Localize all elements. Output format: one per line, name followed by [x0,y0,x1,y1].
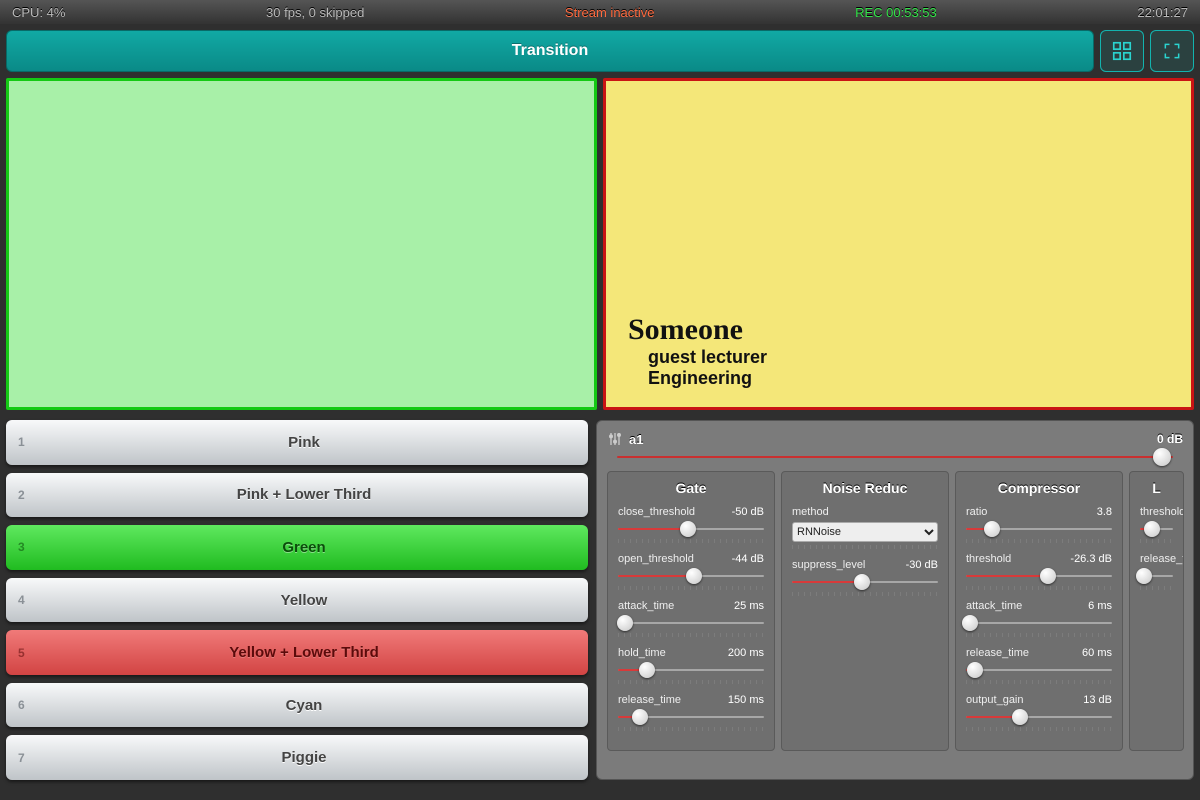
param-slider[interactable] [618,710,764,724]
transition-button[interactable]: Transition [6,30,1094,72]
scene-button[interactable]: 3Green [6,525,588,570]
param-value: 3.8 [1097,506,1112,518]
fx-title: L [1140,480,1173,496]
param-value: 150 ms [728,694,764,706]
scene-label: Cyan [32,697,576,714]
scene-button[interactable]: 4Yellow [6,578,588,623]
cpu-status: CPU: 4% [12,5,65,20]
param-value: 200 ms [728,647,764,659]
param-label: close_threshold [618,506,695,518]
fx-column-nr: Noise Reduc method RNNoise suppress_leve… [781,471,949,751]
status-bar: CPU: 4% 30 fps, 0 skipped Stream inactiv… [0,0,1200,24]
rec-status: REC 00:53:53 [855,5,937,20]
param-label: threshold [1140,506,1184,518]
param-label: release_time [618,694,681,706]
scene-list: 1Pink2Pink + Lower Third3Green4Yellow5Ye… [6,420,588,780]
fx-title: Gate [618,480,764,496]
scene-button[interactable]: 1Pink [6,420,588,465]
param-slider[interactable] [618,616,764,630]
param-value: 6 ms [1088,600,1112,612]
param-slider[interactable] [1140,522,1173,536]
scene-label: Piggie [32,749,576,766]
scene-label: Yellow + Lower Third [32,644,576,661]
scene-number: 1 [18,435,32,449]
scene-number: 3 [18,540,32,554]
scene-number: 6 [18,698,32,712]
param-slider[interactable] [966,663,1112,677]
scene-button[interactable]: 2Pink + Lower Third [6,473,588,518]
stream-status: Stream inactive [565,5,655,20]
scene-number: 2 [18,488,32,502]
param-label: release_time [966,647,1029,659]
param-label: hold_time [618,647,666,659]
fps-status: 30 fps, 0 skipped [266,5,364,20]
lower-third-name: Someone [628,313,767,347]
fullscreen-button[interactable] [1150,30,1194,72]
fx-column-comp: Compressor ratio 3.8 threshold -26.3 dB at… [955,471,1123,751]
param-slider[interactable] [792,575,938,589]
param-value: -26.3 dB [1070,553,1112,565]
scene-number: 7 [18,751,32,765]
param-slider[interactable] [966,569,1112,583]
param-slider[interactable] [618,522,764,536]
param-value: -50 dB [732,506,764,518]
fx-title: Compressor [966,480,1112,496]
scene-label: Pink + Lower Third [32,486,576,503]
scene-number: 4 [18,593,32,607]
param-slider[interactable] [618,569,764,583]
param-value: -44 dB [732,553,764,565]
scene-number: 5 [18,646,32,660]
audio-db: 0 dB [1157,432,1183,446]
param-label: attack_time [966,600,1022,612]
fx-title: Noise Reduc [792,480,938,496]
param-label: attack_time [618,600,674,612]
scene-label: Green [32,539,576,556]
param-slider[interactable] [966,522,1112,536]
param-value: -30 dB [906,559,938,571]
scene-label: Pink [32,434,576,451]
scene-button[interactable]: 6Cyan [6,683,588,728]
fx-column-gate: Gate close_threshold -50 dB open_threshol… [607,471,775,751]
clock: 22:01:27 [1137,5,1188,20]
param-label: release_tim [1140,553,1184,565]
param-label: suppress_level [792,559,865,571]
program-pane[interactable]: Someone guest lecturer Engineering [603,78,1194,410]
multiview-button[interactable] [1100,30,1144,72]
fullscreen-icon [1162,41,1182,61]
scene-label: Yellow [32,592,576,609]
volume-slider[interactable] [607,453,1183,461]
param-slider[interactable] [618,663,764,677]
lower-third-line1: guest lecturer [648,347,767,368]
param-label: ratio [966,506,987,518]
lower-third-line2: Engineering [648,368,767,389]
param-value: 60 ms [1082,647,1112,659]
param-label: method [792,506,829,518]
param-slider[interactable] [1140,569,1173,583]
param-slider[interactable] [966,710,1112,724]
param-value: 13 dB [1083,694,1112,706]
fx-column-lim: L threshold release_tim [1129,471,1184,751]
grid-icon [1111,40,1133,62]
scene-button[interactable]: 7Piggie [6,735,588,780]
preview-pane[interactable] [6,78,597,410]
param-value: 25 ms [734,600,764,612]
audio-channel-name: a1 [629,432,643,447]
scene-button[interactable]: 5Yellow + Lower Third [6,630,588,675]
audio-panel: a1 0 dB Gate close_threshold -50 dB open_… [596,420,1194,780]
param-label: output_gain [966,694,1024,706]
param-label: threshold [966,553,1011,565]
mixer-icon [607,431,623,447]
lower-third: Someone guest lecturer Engineering [628,313,767,389]
param-slider[interactable] [966,616,1112,630]
param-label: open_threshold [618,553,694,565]
nr-method-select[interactable]: RNNoise [792,522,938,542]
